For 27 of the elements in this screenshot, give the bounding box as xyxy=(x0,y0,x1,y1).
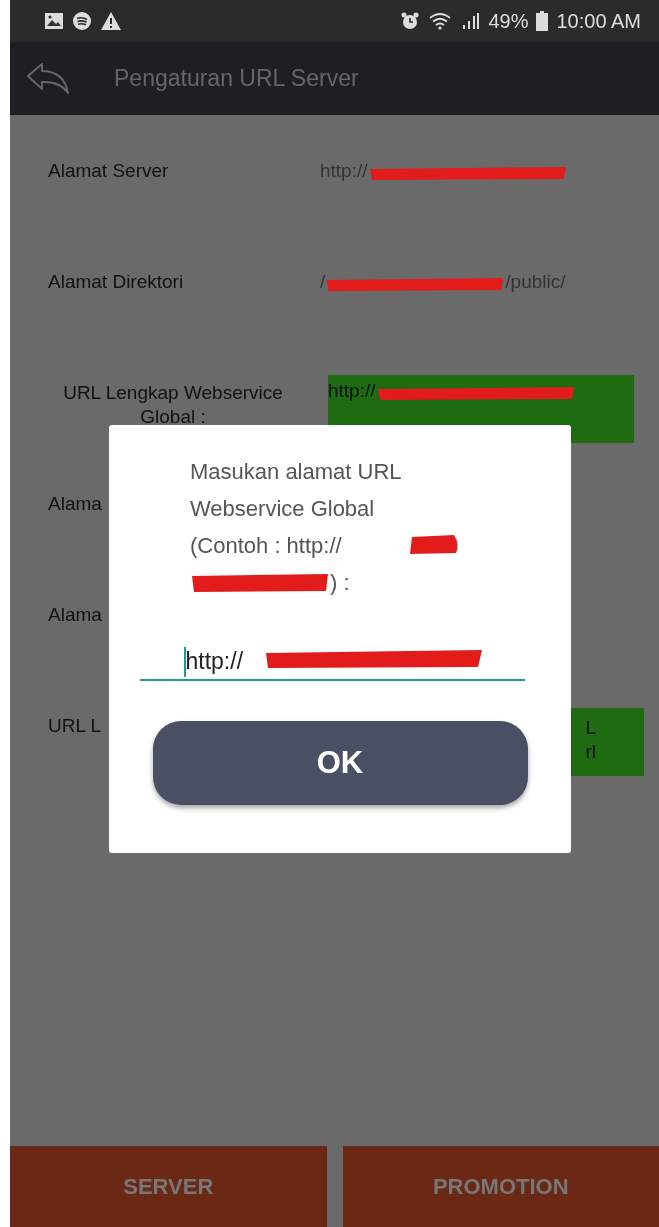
setting-label: Alama xyxy=(48,604,102,625)
setting-label: URL Lengkap Webservice Global : xyxy=(63,382,283,427)
setting-value-text: / xyxy=(320,270,326,294)
setting-value-text: http:// xyxy=(328,379,376,403)
setting-label: URL L xyxy=(48,715,102,736)
setting-value-text: http:// xyxy=(320,159,368,183)
setting-value-text: rl xyxy=(585,740,596,764)
setting-label: Alamat Server xyxy=(48,160,169,181)
signal-icon xyxy=(462,12,481,30)
back-arrow-icon[interactable] xyxy=(26,61,70,96)
music-icon xyxy=(72,11,92,31)
setting-value-text: L xyxy=(585,716,596,740)
alarm-icon xyxy=(400,11,421,31)
dialog-message-end: ) : xyxy=(330,569,350,597)
setting-label: Alamat Direktori xyxy=(48,271,184,292)
image-icon xyxy=(44,12,64,30)
battery-icon xyxy=(536,11,549,31)
text-cursor xyxy=(183,647,186,677)
redaction-mark xyxy=(408,534,460,556)
clock-time: 10:00 AM xyxy=(556,9,641,33)
battery-percentage: 49% xyxy=(488,9,529,33)
setting-label: Alama xyxy=(48,493,102,514)
warning-icon xyxy=(100,11,122,31)
ok-button[interactable]: OK xyxy=(152,721,528,805)
dialog-message: Masukan alamat URL Webservice Global (Contoh : http:// xyxy=(190,458,402,560)
screen-title: Pengaturan URL Server xyxy=(114,65,359,92)
setting-value-text: /public/ xyxy=(505,270,566,294)
